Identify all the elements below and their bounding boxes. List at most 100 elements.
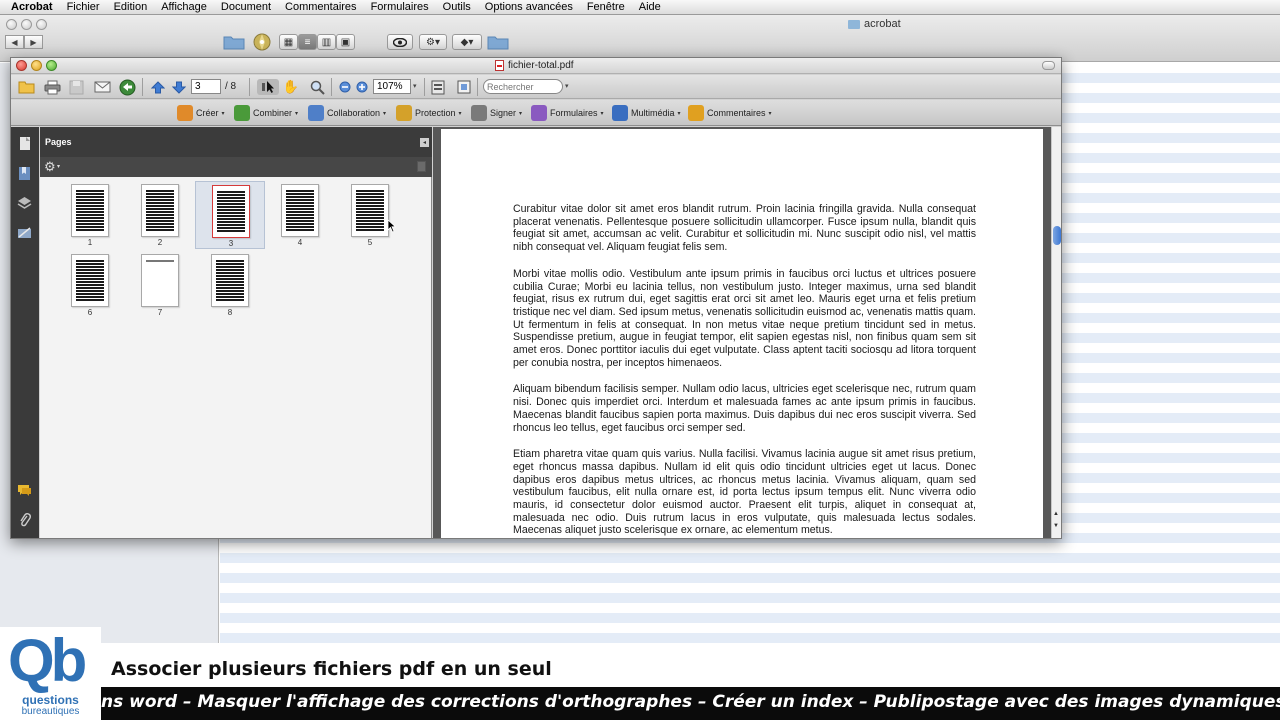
column-view-button[interactable]: ▥ bbox=[317, 34, 336, 50]
zoom-in-icon[interactable] bbox=[353, 79, 371, 95]
new-folder-icon[interactable] bbox=[222, 34, 246, 50]
task-multimedia-label: Multimédia bbox=[631, 108, 675, 118]
finder-close-button[interactable] bbox=[6, 19, 17, 30]
save-icon[interactable] bbox=[67, 79, 85, 95]
video-title-banner: Associer plusieurs fichiers pdf en un se… bbox=[101, 651, 1280, 687]
vertical-scrollbar[interactable]: ▲ ▼ bbox=[1051, 127, 1061, 538]
zoom-button[interactable] bbox=[46, 60, 57, 71]
task-create-button[interactable]: Créer ▾ bbox=[177, 105, 225, 121]
full-screen-icon[interactable] bbox=[455, 79, 473, 95]
print-icon[interactable] bbox=[43, 79, 61, 95]
zoom-tool-icon[interactable] bbox=[308, 79, 326, 95]
signatures-icon[interactable] bbox=[16, 225, 33, 241]
task-forms-button[interactable]: Formulaires ▾ bbox=[531, 105, 604, 121]
quick-look-icon[interactable] bbox=[387, 34, 413, 50]
dropbox-icon[interactable]: ◆▾ bbox=[452, 34, 482, 50]
task-combine-button[interactable]: Combiner ▾ bbox=[234, 105, 298, 121]
acrobat-title-bar: fichier-total.pdf bbox=[11, 58, 1061, 74]
email-icon[interactable] bbox=[93, 79, 111, 95]
search-options-dropdown-icon[interactable]: ▾ bbox=[565, 82, 569, 90]
pages-icon[interactable] bbox=[16, 135, 33, 151]
scroll-up-arrow-icon[interactable]: ▲ bbox=[1053, 511, 1059, 517]
page-thumbnail-6[interactable]: 6 bbox=[55, 251, 125, 319]
finder-minimize-button[interactable] bbox=[21, 19, 32, 30]
zoom-dropdown-icon[interactable]: ▾ bbox=[413, 82, 417, 90]
lock-icon bbox=[396, 105, 412, 121]
menu-fichier[interactable]: Fichier bbox=[60, 1, 107, 13]
delete-page-icon[interactable] bbox=[417, 161, 426, 172]
logo-letters: Qb bbox=[8, 627, 87, 694]
share-globe-icon[interactable] bbox=[118, 79, 136, 95]
page-thumbnail-3[interactable]: 3 bbox=[195, 181, 265, 249]
menu-commentaires[interactable]: Commentaires bbox=[278, 1, 364, 13]
document-page[interactable]: Curabitur vitae dolor sit amet eros blan… bbox=[441, 129, 1043, 538]
collapse-panel-icon[interactable]: ◂ bbox=[420, 138, 429, 147]
icon-view-button[interactable]: ▦ bbox=[279, 34, 298, 50]
folder-icon bbox=[848, 19, 860, 29]
coverflow-view-button[interactable]: ▣ bbox=[336, 34, 355, 50]
close-button[interactable] bbox=[16, 60, 27, 71]
hand-tool-icon[interactable]: ✋ bbox=[282, 79, 300, 95]
menu-formulaires[interactable]: Formulaires bbox=[364, 1, 436, 13]
page-thumbnail-number: 7 bbox=[157, 308, 163, 317]
comments-icon[interactable] bbox=[16, 482, 33, 498]
list-view-button[interactable]: ≡ bbox=[298, 34, 317, 50]
page-thumbnail-4[interactable]: 4 bbox=[265, 181, 335, 249]
menu-outils[interactable]: Outils bbox=[436, 1, 478, 13]
folder-icon[interactable] bbox=[486, 34, 510, 50]
thumbnail-text-lines bbox=[146, 260, 174, 262]
next-page-icon[interactable] bbox=[170, 79, 188, 95]
page-thumbnail-5[interactable]: 5 bbox=[335, 181, 405, 249]
menu-fenetre[interactable]: Fenêtre bbox=[580, 1, 632, 13]
menu-options-avancees[interactable]: Options avancées bbox=[478, 1, 580, 13]
chevron-down-icon[interactable]: ▾ bbox=[57, 163, 60, 170]
menu-edition[interactable]: Edition bbox=[107, 1, 155, 13]
menu-app-name[interactable]: Acrobat bbox=[4, 1, 60, 13]
thumbnail-text-lines bbox=[76, 260, 104, 301]
back-button[interactable]: ◀ bbox=[5, 35, 24, 49]
finder-zoom-button[interactable] bbox=[36, 19, 47, 30]
menu-aide[interactable]: Aide bbox=[632, 1, 668, 13]
task-protection-button[interactable]: Protection ▾ bbox=[396, 105, 462, 121]
toolbar-separator bbox=[142, 78, 143, 96]
page-number-input[interactable]: 3 bbox=[191, 79, 221, 94]
zoom-level-input[interactable]: 107% bbox=[373, 79, 411, 94]
page-thumbnail-2[interactable]: 2 bbox=[125, 181, 195, 249]
thumbnail-text-lines bbox=[76, 190, 104, 231]
select-tool-icon[interactable] bbox=[257, 79, 279, 95]
page-thumbnail-7[interactable]: 7 bbox=[125, 251, 195, 319]
finder-title: acrobat bbox=[848, 18, 901, 30]
zoom-out-icon[interactable] bbox=[336, 79, 354, 95]
chevron-down-icon: ▾ bbox=[768, 110, 772, 117]
menu-document[interactable]: Document bbox=[214, 1, 278, 13]
document-view: Curabitur vitae dolor sit amet eros blan… bbox=[433, 127, 1061, 538]
page-thumbnail-number: 2 bbox=[157, 238, 163, 247]
task-multimedia-button[interactable]: Multimédia ▾ bbox=[612, 105, 681, 121]
page-thumbnail-8[interactable]: 8 bbox=[195, 251, 265, 319]
search-input[interactable] bbox=[483, 79, 563, 94]
page-thumbnail-1[interactable]: 1 bbox=[55, 181, 125, 249]
attachments-icon[interactable] bbox=[16, 511, 33, 527]
scroll-down-arrow-icon[interactable]: ▼ bbox=[1053, 523, 1059, 529]
action-gear-icon[interactable]: ⚙▾ bbox=[419, 34, 447, 50]
menu-affichage[interactable]: Affichage bbox=[154, 1, 214, 13]
fit-width-icon[interactable] bbox=[429, 79, 447, 95]
task-sign-button[interactable]: Signer ▾ bbox=[471, 105, 522, 121]
burn-disc-icon[interactable] bbox=[252, 33, 272, 51]
minimize-button[interactable] bbox=[31, 60, 42, 71]
combine-files-icon bbox=[234, 105, 250, 121]
finder-nav-buttons: ◀ ▶ bbox=[5, 35, 43, 49]
open-folder-icon[interactable] bbox=[17, 79, 35, 95]
task-comments-button[interactable]: Commentaires ▾ bbox=[688, 105, 772, 121]
previous-page-icon[interactable] bbox=[149, 79, 167, 95]
toolbar-toggle-button[interactable] bbox=[1042, 61, 1055, 70]
ticker-text: ns word – Masquer l'affichage des correc… bbox=[101, 692, 1280, 712]
options-gear-icon[interactable]: ⚙ bbox=[44, 159, 56, 175]
chevron-down-icon: ▾ bbox=[295, 110, 299, 117]
task-create-label: Créer bbox=[196, 108, 219, 118]
scrollbar-thumb[interactable] bbox=[1053, 226, 1061, 245]
task-collaboration-button[interactable]: Collaboration ▾ bbox=[308, 105, 386, 121]
bookmarks-icon[interactable] bbox=[16, 165, 33, 181]
layers-icon[interactable] bbox=[16, 195, 33, 211]
forward-button[interactable]: ▶ bbox=[24, 35, 43, 49]
